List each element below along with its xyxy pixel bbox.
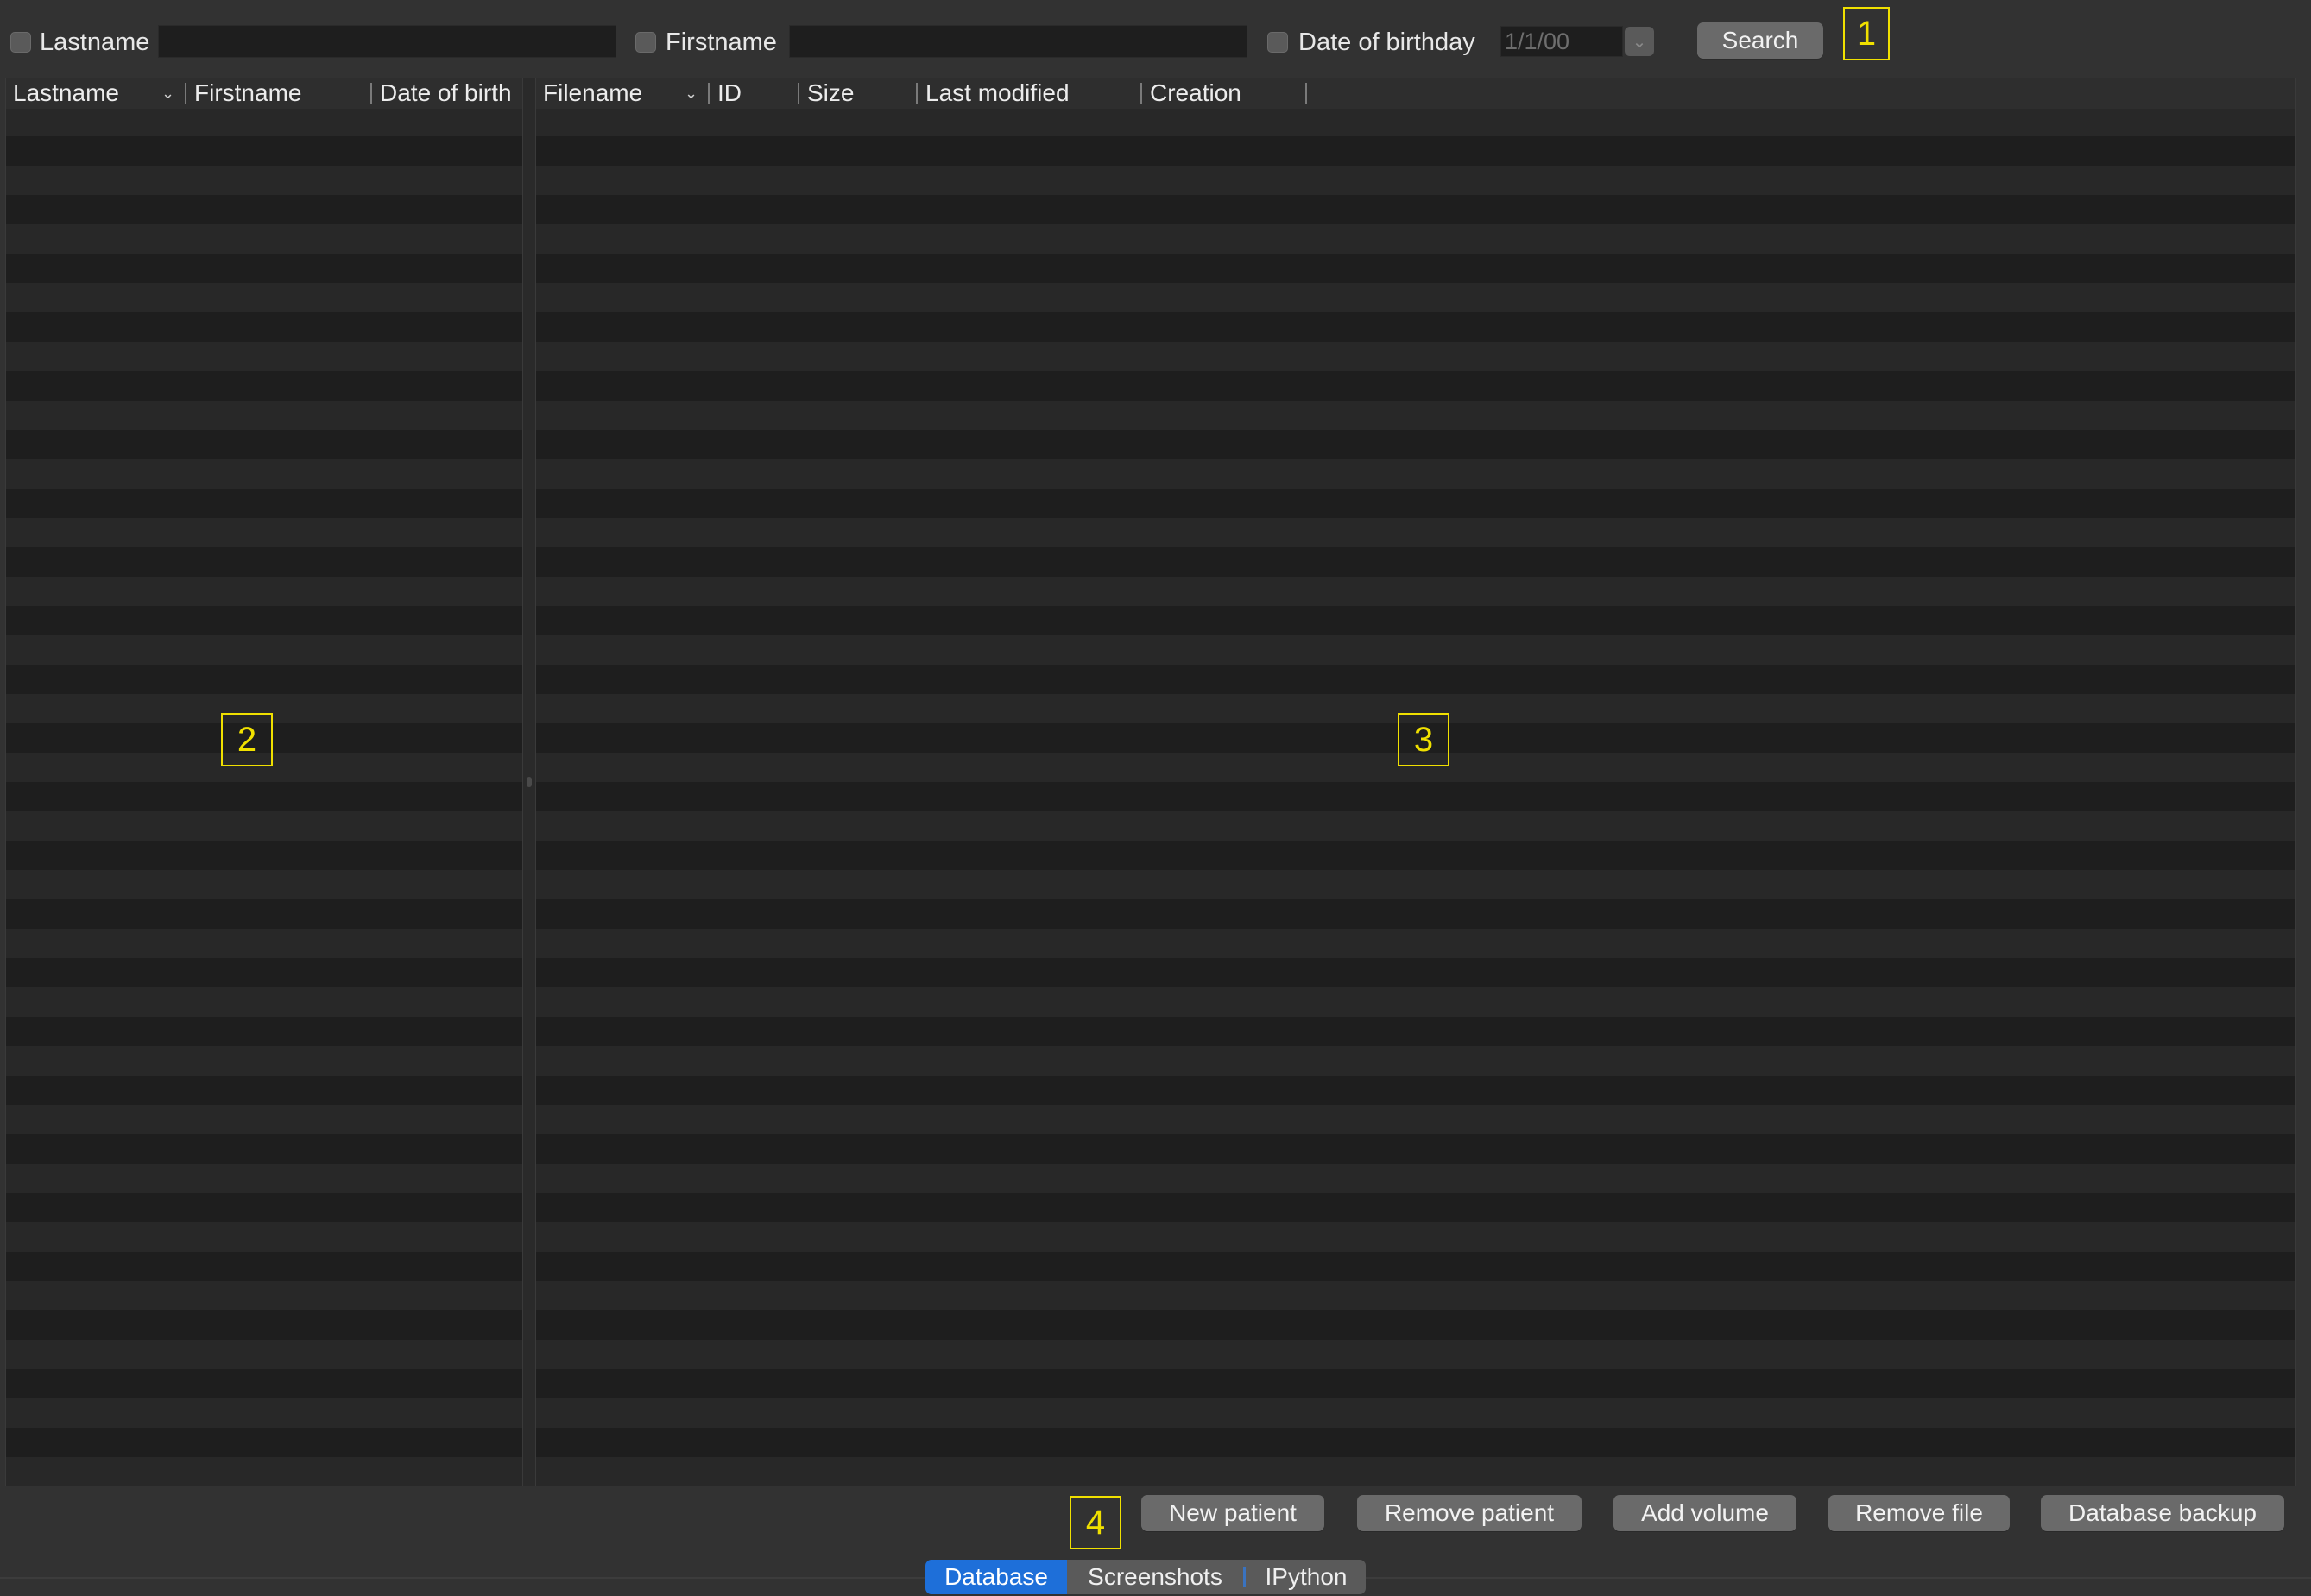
lastname-label: Lastname: [40, 28, 150, 56]
column-header-last-modified[interactable]: Last modified: [919, 78, 1070, 109]
column-separator[interactable]: [1305, 83, 1307, 104]
dob-stepper[interactable]: ⌄: [1625, 27, 1654, 56]
dob-date-input[interactable]: 1/1/00: [1500, 26, 1623, 57]
column-header-creation[interactable]: Creation: [1143, 78, 1241, 109]
column-header-id[interactable]: ID: [710, 78, 742, 109]
search-bar: Lastname Firstname Date of birthday 1/1/…: [0, 0, 2311, 78]
sort-chevron-icon: ⌄: [161, 85, 175, 102]
column-separator[interactable]: [708, 83, 710, 104]
search-button[interactable]: Search: [1697, 22, 1823, 59]
column-header-firstname[interactable]: Firstname: [187, 78, 301, 109]
column-separator[interactable]: [185, 83, 186, 104]
annotation-marker-1: 1: [1843, 7, 1890, 60]
patients-table[interactable]: Lastname ⌄ Firstname Date of birth 2: [5, 78, 523, 1486]
new-patient-button[interactable]: New patient: [1141, 1495, 1324, 1531]
lastname-checkbox[interactable]: [10, 32, 31, 53]
tab-ipython[interactable]: IPython: [1247, 1560, 1366, 1594]
tab-bar: Database Screenshots IPython: [925, 1560, 1366, 1594]
firstname-label: Firstname: [666, 28, 777, 56]
column-header-filename[interactable]: Filename: [536, 78, 642, 109]
database-backup-button[interactable]: Database backup: [2041, 1495, 2284, 1531]
remove-patient-button[interactable]: Remove patient: [1357, 1495, 1582, 1531]
annotation-marker-4: 4: [1070, 1496, 1121, 1549]
tab-database[interactable]: Database: [925, 1560, 1067, 1594]
remove-file-button[interactable]: Remove file: [1828, 1495, 2010, 1531]
sort-chevron-icon: ⌄: [685, 85, 698, 102]
tab-screenshots[interactable]: Screenshots: [1067, 1560, 1243, 1594]
column-header-lastname[interactable]: Lastname: [6, 78, 119, 109]
column-separator[interactable]: [916, 83, 918, 104]
column-header-date-of-birth[interactable]: Date of birth: [373, 78, 512, 109]
column-separator[interactable]: [1140, 83, 1142, 104]
firstname-checkbox[interactable]: [635, 32, 656, 53]
patients-table-header: Lastname ⌄ Firstname Date of birth: [6, 78, 522, 109]
firstname-input[interactable]: [789, 25, 1247, 58]
files-table-header: Filename ⌄ ID Size Last modified Creatio…: [536, 78, 2295, 109]
dob-checkbox[interactable]: [1267, 32, 1288, 53]
add-volume-button[interactable]: Add volume: [1613, 1495, 1796, 1531]
dob-label: Date of birthday: [1298, 28, 1475, 56]
annotation-marker-2: 2: [221, 713, 273, 766]
column-separator[interactable]: [798, 83, 799, 104]
annotation-marker-3: 3: [1398, 713, 1449, 766]
splitter-handle[interactable]: [527, 777, 532, 787]
column-separator[interactable]: [370, 83, 372, 104]
files-table[interactable]: Filename ⌄ ID Size Last modified Creatio…: [535, 78, 2296, 1486]
chevron-down-icon: ⌄: [1632, 32, 1647, 52]
lastname-input[interactable]: [158, 25, 616, 58]
column-header-size[interactable]: Size: [800, 78, 854, 109]
